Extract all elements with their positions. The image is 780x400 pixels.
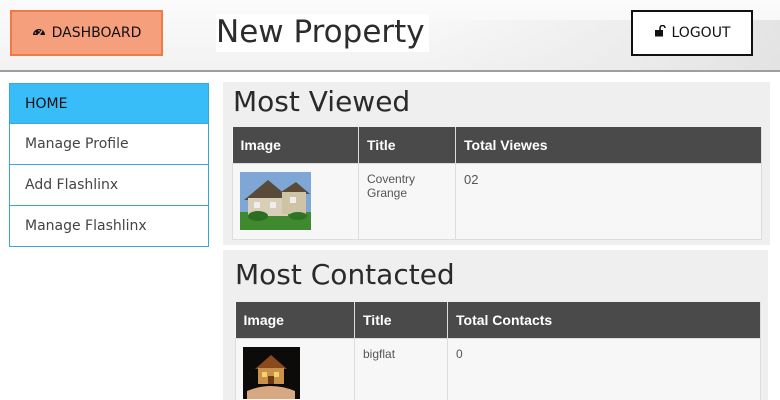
sidebar-item-label: Manage Profile: [25, 136, 129, 152]
most-contacted-panel: Most Contacted Image Title Total Contact…: [223, 250, 768, 400]
most-contacted-table: Image Title Total Contacts bigflat 0: [235, 302, 761, 400]
dashboard-button-label: DASHBOARD: [51, 25, 142, 41]
most-viewed-table: Image Title Total Viewes Coventry Grange…: [232, 127, 762, 240]
column-header-image: Image: [232, 127, 359, 163]
column-header-total-viewes: Total Viewes: [455, 127, 762, 163]
sidebar-item-manage-profile[interactable]: Manage Profile: [9, 124, 209, 165]
property-image-cell: [232, 162, 359, 240]
column-header-total-contacts: Total Contacts: [447, 302, 761, 338]
column-header-image: Image: [235, 302, 355, 338]
dashboard-button[interactable]: DASHBOARD: [10, 10, 163, 56]
table-row: Coventry Grange 02: [232, 162, 762, 240]
total-contacts-value: 0: [447, 337, 761, 400]
logout-button-label: LOGOUT: [671, 25, 731, 41]
most-contacted-heading: Most Contacted: [235, 258, 455, 291]
most-viewed-heading: Most Viewed: [233, 85, 411, 118]
column-header-title: Title: [358, 127, 456, 163]
sidebar-item-home[interactable]: HOME: [9, 83, 209, 124]
table-row: bigflat 0: [235, 337, 761, 400]
header: DASHBOARD New Property LOGOUT: [0, 0, 780, 72]
sidebar-item-label: Add Flashlinx: [25, 177, 119, 193]
property-title: Coventry Grange: [358, 162, 456, 240]
dashboard-icon: [32, 25, 46, 41]
table-header-row: Image Title Total Viewes: [232, 127, 762, 163]
logout-button[interactable]: LOGOUT: [631, 10, 753, 56]
property-image-cell: [235, 337, 355, 400]
total-viewes-value: 02: [455, 162, 762, 240]
sidebar-item-add-flashlinx[interactable]: Add Flashlinx: [9, 165, 209, 206]
most-viewed-panel: Most Viewed Image Title Total Viewes Cov…: [223, 82, 770, 245]
column-header-title: Title: [354, 302, 448, 338]
table-header-row: Image Title Total Contacts: [235, 302, 761, 338]
property-photo[interactable]: [243, 346, 300, 399]
sidebar-item-label: HOME: [25, 95, 68, 112]
page-title: New Property: [216, 14, 429, 52]
unlock-icon: [654, 24, 666, 41]
property-photo[interactable]: [240, 171, 311, 230]
sidebar-item-manage-flashlinx[interactable]: Manage Flashlinx: [9, 206, 209, 247]
property-title: bigflat: [354, 337, 448, 400]
sidebar-item-label: Manage Flashlinx: [25, 218, 147, 234]
sidebar-nav: HOME Manage Profile Add Flashlinx Manage…: [9, 83, 209, 247]
